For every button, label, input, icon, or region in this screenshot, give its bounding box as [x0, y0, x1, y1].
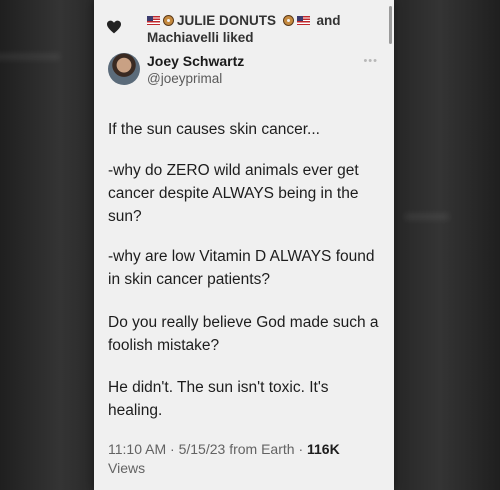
- tweet-card: JULIE DONUTS and Machiavelli liked Joey …: [94, 0, 394, 490]
- donut-icon: [282, 15, 294, 26]
- tweet-paragraph: He didn't. The sun isn't toxic. It's hea…: [108, 379, 329, 419]
- conjunction: and: [316, 13, 341, 28]
- background-blur-text: ▬▬: [405, 200, 449, 225]
- tweet-meta: 11:10 AM · 5/15/23 from Earth · 116K Vie…: [108, 440, 382, 478]
- more-options-icon[interactable]: •••: [363, 55, 378, 67]
- tweet-paragraph: -why are low Vitamin D ALWAYS found in s…: [108, 248, 375, 288]
- author-name[interactable]: Joey Schwartz: [147, 53, 244, 69]
- tweet-time[interactable]: 11:10 AM: [108, 441, 166, 457]
- tweet-source: from Earth: [229, 441, 295, 457]
- tweet-paragraph: -why do ZERO wild animals ever get cance…: [108, 162, 359, 225]
- tweet-paragraph: Do you really believe God made such a fo…: [108, 314, 379, 354]
- avatar[interactable]: [108, 53, 140, 85]
- us-flag-icon: [296, 16, 310, 25]
- us-flag-icon: [147, 16, 160, 25]
- tweet-paragraph: If the sun causes skin cancer...: [108, 121, 320, 138]
- meta-separator: ·: [298, 441, 304, 457]
- scrollbar[interactable]: [389, 6, 392, 44]
- liker-two-line[interactable]: Machiavelli liked: [147, 30, 254, 45]
- meta-separator: ·: [170, 441, 175, 457]
- views-label: Views: [108, 460, 146, 476]
- tweet-date[interactable]: 5/15/23: [179, 441, 226, 457]
- background-blur-text: ▬▬▬: [0, 40, 60, 65]
- donut-icon: [163, 15, 174, 26]
- screenshot-stage: ▬▬▬ ▬▬ JULIE DONUTS and Machiavelli like…: [0, 0, 500, 490]
- social-context-text: JULIE DONUTS and Machiavelli liked: [147, 12, 377, 46]
- liker-one-name[interactable]: JULIE DONUTS: [177, 13, 276, 28]
- author-handle[interactable]: @joeyprimal: [147, 71, 222, 86]
- heart-icon: [107, 20, 121, 34]
- views-count: 116K: [307, 441, 340, 457]
